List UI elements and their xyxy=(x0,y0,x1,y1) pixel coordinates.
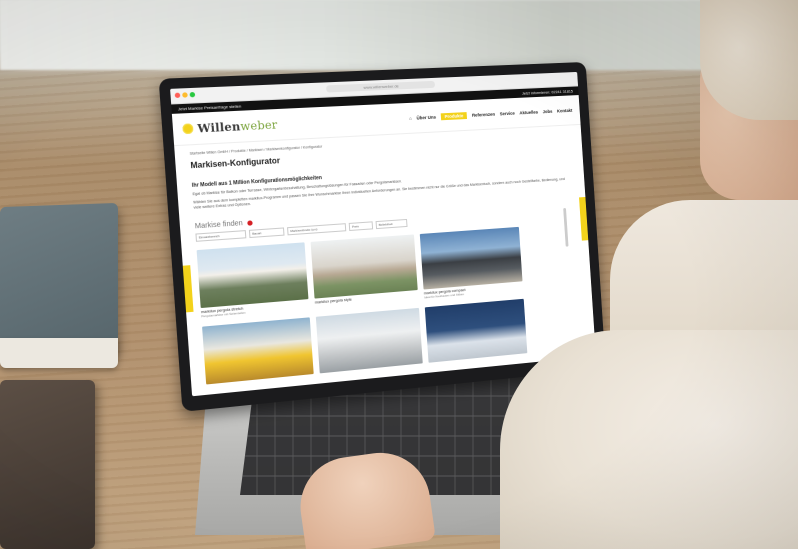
person-shoulder xyxy=(500,330,798,549)
product-image[interactable] xyxy=(424,298,528,363)
product-image[interactable] xyxy=(310,234,418,299)
site-logo[interactable]: Willenweber xyxy=(181,118,278,136)
product-image[interactable] xyxy=(202,317,314,385)
tablet-device xyxy=(0,380,95,549)
red-dot-icon xyxy=(246,220,253,226)
filter-width-select[interactable]: Markisenbreite (cm) xyxy=(287,223,347,236)
laptop-screen: www.willenweber.de Jetzt Markise Preisan… xyxy=(170,71,596,397)
home-icon[interactable]: ⌂ xyxy=(409,115,412,120)
product-image[interactable] xyxy=(196,242,309,309)
filter-price-select[interactable]: Preis xyxy=(348,221,374,232)
filter-popularity-select[interactable]: Beliebtheit xyxy=(375,218,408,230)
side-tab-right[interactable] xyxy=(579,196,590,241)
nav-item-jobs[interactable]: Jobs xyxy=(542,108,552,113)
product-card[interactable] xyxy=(202,317,314,385)
filter-usage-select[interactable]: Einsatzbereich xyxy=(195,230,247,242)
photo-scene: www.willenweber.de Jetzt Markise Preisan… xyxy=(0,0,798,549)
product-card[interactable]: markilux pergola style xyxy=(310,234,419,308)
main-nav: ⌂ Über Uns Produkte Referenzen Service A… xyxy=(409,106,573,121)
nav-item-references[interactable]: Referenzen xyxy=(472,111,495,117)
nav-item-news[interactable]: Aktuelles xyxy=(519,109,538,115)
laptop-lid: www.willenweber.de Jetzt Markise Preisan… xyxy=(158,61,606,412)
product-card[interactable] xyxy=(315,307,423,374)
close-window-icon[interactable] xyxy=(174,92,181,99)
finder-title-text: Markise finden xyxy=(194,219,243,231)
page-content: Startseite Willen GmbH / Produkte / Mark… xyxy=(174,125,595,392)
closed-notebook xyxy=(0,202,118,358)
notebook-pages xyxy=(0,338,118,368)
filter-type-select[interactable]: Bauart xyxy=(248,227,285,239)
minimize-window-icon[interactable] xyxy=(182,92,188,98)
product-card[interactable] xyxy=(424,298,528,363)
maximize-window-icon[interactable] xyxy=(189,91,196,98)
address-bar[interactable]: www.willenweber.de xyxy=(326,80,436,93)
product-image[interactable] xyxy=(419,226,523,290)
product-image[interactable] xyxy=(315,307,423,374)
product-card[interactable]: markilux pergola stretch Pergolamarkise … xyxy=(196,242,310,318)
nav-item-products[interactable]: Produkte xyxy=(440,111,468,120)
nav-item-service[interactable]: Service xyxy=(499,110,514,116)
nav-item-contact[interactable]: Kontakt xyxy=(557,107,573,113)
nav-item-about[interactable]: Über Uns xyxy=(416,114,436,120)
background-wall xyxy=(0,0,798,70)
sun-logo-icon xyxy=(181,122,195,136)
product-card[interactable]: markilux pergola compact Ideal für Neuba… xyxy=(419,226,523,299)
logo-wordmark: Willenweber xyxy=(196,117,278,136)
